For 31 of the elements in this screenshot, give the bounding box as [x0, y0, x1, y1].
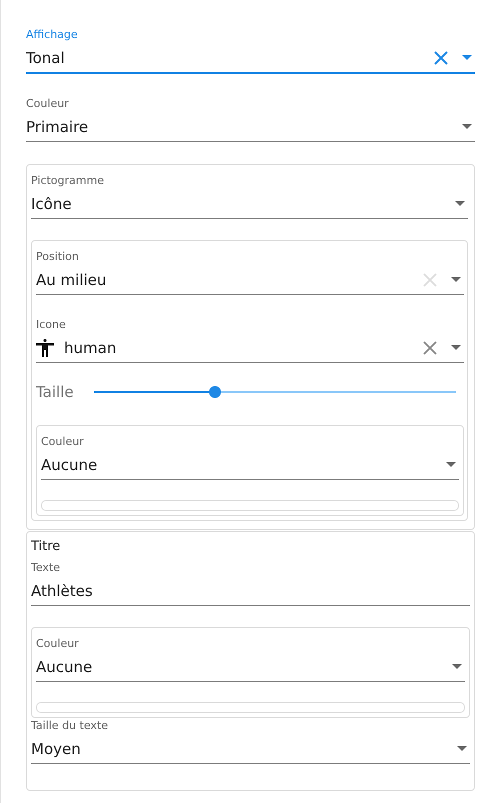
select-field[interactable]: Icône — [31, 189, 468, 219]
select-field[interactable]: Primaire — [26, 112, 475, 142]
select-field[interactable]: Aucune — [41, 450, 459, 480]
section-title: Titre — [31, 538, 62, 556]
select-field[interactable]: Tonal — [26, 43, 475, 74]
slider-label: Taille — [36, 383, 75, 401]
person-icon — [36, 338, 54, 356]
text-field[interactable]: Athlètes — [31, 576, 470, 606]
close-icon — [423, 272, 437, 286]
dropdown-caret-icon[interactable] — [446, 462, 456, 467]
field-label: Couleur — [41, 434, 85, 450]
close-icon[interactable] — [434, 50, 448, 64]
dropdown-caret-icon[interactable] — [452, 664, 462, 669]
dropdown-caret-icon[interactable] — [457, 746, 467, 751]
dropdown-caret-icon[interactable] — [451, 345, 461, 350]
field-label: Couleur — [36, 636, 80, 652]
dropdown-caret-icon[interactable] — [455, 201, 465, 206]
field-label: Pictogramme — [31, 173, 105, 189]
field-label: Couleur — [26, 96, 70, 112]
field-label: Icone — [36, 317, 67, 333]
select-field[interactable]: Moyen — [31, 734, 470, 764]
slider-thumb[interactable] — [208, 386, 221, 398]
field-label: Texte — [31, 560, 62, 576]
dropdown-caret-icon[interactable] — [462, 55, 472, 60]
field-label: Taille du texte — [31, 718, 109, 734]
select-field[interactable]: human — [36, 333, 464, 363]
field-label: Affichage — [26, 27, 79, 43]
select-field[interactable]: Aucune — [36, 652, 465, 682]
dropdown-caret-icon[interactable] — [462, 124, 472, 129]
close-icon[interactable] — [423, 340, 437, 354]
field-label: Position — [36, 249, 80, 265]
